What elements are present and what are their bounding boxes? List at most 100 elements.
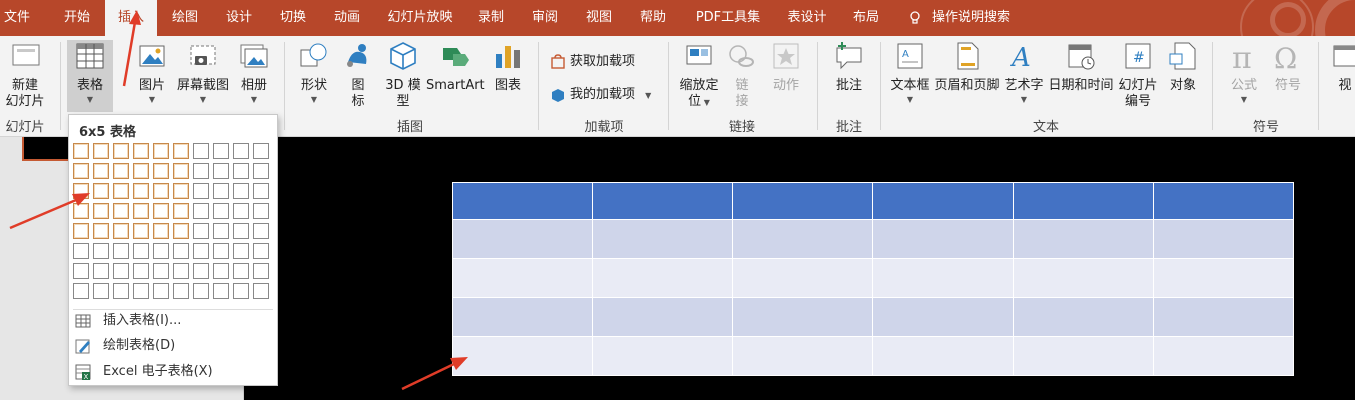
grid-cell[interactable] [253, 223, 269, 239]
grid-cell[interactable] [173, 203, 189, 219]
grid-cell[interactable] [73, 223, 89, 239]
table-cell[interactable] [1012, 219, 1154, 259]
link-button[interactable]: 链 接 [726, 40, 758, 110]
grid-cell[interactable] [173, 283, 189, 299]
grid-cell[interactable] [133, 283, 149, 299]
tell-me-search[interactable]: 操作说明搜索 [908, 0, 1010, 36]
object-button[interactable]: 对象 [1164, 40, 1202, 94]
zoom-button[interactable]: 缩放定 位 ▼ [676, 40, 722, 111]
grid-cell[interactable] [193, 263, 209, 279]
tab-draw[interactable]: 绘图 [160, 0, 210, 36]
table-cell[interactable] [592, 182, 734, 220]
grid-cell[interactable] [193, 283, 209, 299]
photo-album-button[interactable]: 相册 ▼ [234, 40, 274, 104]
grid-cell[interactable] [133, 243, 149, 259]
table-cell[interactable] [592, 336, 734, 376]
table-cell[interactable] [872, 219, 1014, 259]
grid-cell[interactable] [233, 243, 249, 259]
grid-cell[interactable] [213, 263, 229, 279]
grid-cell[interactable] [233, 203, 249, 219]
grid-cell[interactable] [73, 263, 89, 279]
chart-button[interactable]: 图表 [490, 40, 526, 94]
grid-cell[interactable] [113, 223, 129, 239]
grid-cell[interactable] [73, 143, 89, 159]
grid-cell[interactable] [113, 143, 129, 159]
grid-cell[interactable] [93, 183, 109, 199]
new-slide-button[interactable]: 新建 幻灯片 [0, 40, 50, 110]
grid-cell[interactable] [153, 163, 169, 179]
table-cell[interactable] [1152, 258, 1295, 298]
get-addins-button[interactable]: 获取加载项 [550, 50, 635, 70]
grid-cell[interactable] [213, 163, 229, 179]
table-cell[interactable] [451, 258, 594, 298]
grid-cell[interactable] [213, 283, 229, 299]
header-footer-button[interactable]: 页眉和页脚 [934, 40, 1000, 94]
smartart-button[interactable]: SmartArt [426, 40, 485, 94]
tab-review[interactable]: 审阅 [522, 0, 568, 36]
action-button[interactable]: 动作 [768, 40, 804, 94]
table-cell[interactable] [732, 219, 874, 259]
grid-cell[interactable] [253, 183, 269, 199]
table-cell[interactable] [1152, 336, 1295, 376]
grid-cell[interactable] [233, 143, 249, 159]
grid-cell[interactable] [153, 283, 169, 299]
table-cell[interactable] [1152, 297, 1295, 337]
excel-spreadsheet-menu-item[interactable]: X Excel 电子表格(X) [75, 361, 213, 383]
grid-cell[interactable] [233, 223, 249, 239]
table-cell[interactable] [592, 219, 734, 259]
screenshot-button[interactable]: 屏幕截图 ▼ [174, 40, 232, 104]
grid-cell[interactable] [93, 163, 109, 179]
grid-cell[interactable] [193, 223, 209, 239]
grid-cell[interactable] [93, 223, 109, 239]
table-cell[interactable] [732, 336, 874, 376]
grid-cell[interactable] [173, 183, 189, 199]
grid-cell[interactable] [73, 203, 89, 219]
grid-cell[interactable] [153, 203, 169, 219]
icons-button[interactable]: 图 标 [340, 40, 376, 110]
grid-cell[interactable] [233, 183, 249, 199]
tab-table-design[interactable]: 表设计 [780, 0, 834, 36]
my-addins-button[interactable]: 我的加载项 ▼ [550, 83, 651, 103]
shapes-button[interactable]: 形状 ▼ [294, 40, 334, 104]
slide-thumbnail[interactable] [22, 137, 72, 161]
grid-cell[interactable] [253, 243, 269, 259]
symbol-button[interactable]: Ω 符号 [1268, 40, 1308, 94]
picture-button[interactable]: 图片 ▼ [132, 40, 172, 104]
table-cell[interactable] [872, 258, 1014, 298]
tab-insert[interactable]: 插入 [105, 0, 157, 36]
grid-cell[interactable] [193, 203, 209, 219]
grid-cell[interactable] [193, 143, 209, 159]
grid-cell[interactable] [133, 183, 149, 199]
grid-cell[interactable] [133, 223, 149, 239]
grid-cell[interactable] [213, 143, 229, 159]
grid-cell[interactable] [233, 283, 249, 299]
grid-cell[interactable] [233, 263, 249, 279]
table-cell[interactable] [1012, 297, 1154, 337]
grid-cell[interactable] [73, 243, 89, 259]
table-cell[interactable] [872, 336, 1014, 376]
grid-cell[interactable] [253, 163, 269, 179]
table-cell[interactable] [1012, 182, 1154, 220]
table-cell[interactable] [732, 258, 874, 298]
grid-cell[interactable] [193, 163, 209, 179]
insert-table-menu-item[interactable]: 插入表格(I)... [75, 310, 181, 332]
table-button[interactable]: 表格 ▼ [67, 40, 113, 112]
table-cell[interactable] [732, 182, 874, 220]
tab-record[interactable]: 录制 [468, 0, 514, 36]
table-cell[interactable] [872, 297, 1014, 337]
grid-cell[interactable] [93, 263, 109, 279]
grid-cell[interactable] [93, 243, 109, 259]
draw-table-menu-item[interactable]: 绘制表格(D) [75, 335, 175, 357]
grid-cell[interactable] [133, 263, 149, 279]
textbox-button[interactable]: A 文本框 ▼ [888, 40, 932, 104]
table-cell[interactable] [592, 297, 734, 337]
grid-cell[interactable] [213, 223, 229, 239]
comment-button[interactable]: 批注 [830, 40, 868, 94]
grid-cell[interactable] [133, 203, 149, 219]
grid-cell[interactable] [173, 243, 189, 259]
tab-transitions[interactable]: 切换 [268, 0, 318, 36]
table-cell[interactable] [451, 182, 594, 220]
grid-cell[interactable] [113, 283, 129, 299]
grid-cell[interactable] [73, 183, 89, 199]
table-cell[interactable] [592, 258, 734, 298]
